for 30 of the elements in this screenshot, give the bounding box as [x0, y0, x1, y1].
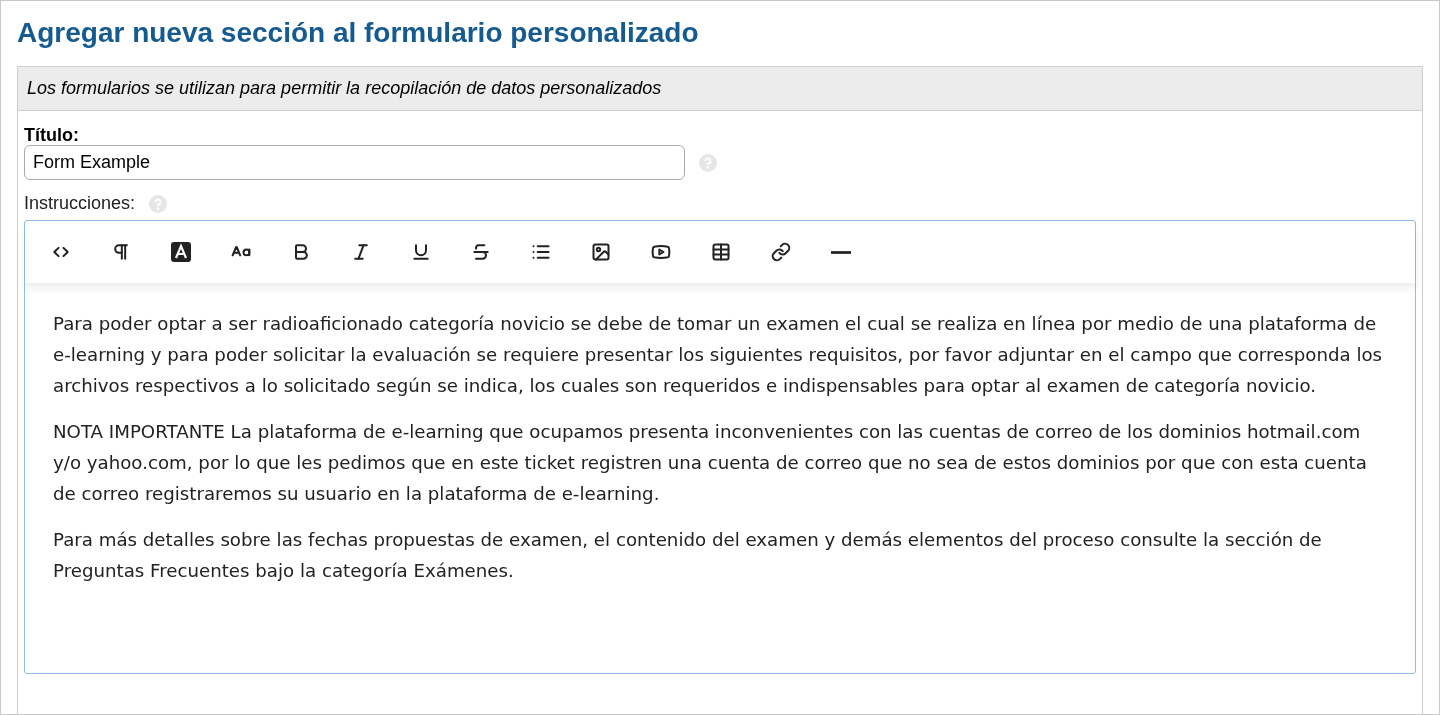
editor-paragraph: Para poder optar a ser radioaficionado categoría novicio se debe de tomar un examen el cual se realiza en línea por medio de una plataforma de e-learning y para poder solicitar la evaluación se requiere presentar los siguientes requisitos, por favor adjuntar en el campo que corresponda los archivos respectivos a lo solicitado según se indica, los cuales son requeridos e indispensables para optar al examen de categoría novicio. — [53, 312, 1384, 398]
strikethrough-icon — [471, 242, 491, 262]
underline-icon — [411, 242, 431, 262]
field-label: Instrucciones: — [24, 192, 136, 215]
description-bar: Los formularios se utilizan para permitir la recopilación de datos personalizados — [18, 67, 1422, 111]
editor-paragraph: Para más detalles sobre las fechas propuestas de examen, el contenido del examen y demás elementos del proceso consulte la sección de Preguntas Frecuentes bajo la categoría Exámenes. — [53, 528, 1323, 583]
table-icon — [711, 242, 731, 262]
editor-paragraph: NOTA IMPORTANTE La plataforma de e-learning que ocupamos presenta inconvenientes con las cuentas de correo de los dominios hotmail.com y/o yahoo.com, por lo que les pedimos que en este ticket registren una cuenta de correo que no sea de estos dominios por que con esta cuenta de correo registraremos su usuario en la plataforma de e-learning. — [53, 420, 1368, 506]
text-color-icon — [171, 242, 191, 262]
horizontal-rule-icon — [831, 250, 851, 254]
toolbar-button[interactable] — [591, 242, 611, 262]
toolbar-button[interactable] — [171, 242, 191, 262]
rich-text-editor[interactable] — [24, 220, 1416, 674]
video-icon — [651, 242, 671, 262]
toolbar-button[interactable] — [411, 242, 431, 262]
field-label: Título: — [24, 125, 80, 145]
pilcrow-icon — [111, 242, 131, 262]
toolbar-button[interactable] — [651, 242, 671, 262]
page-title: Agregar nueva sección al formulario personalizado — [17, 16, 700, 50]
title-input[interactable]: Form Example — [24, 145, 685, 180]
italic-icon — [351, 242, 371, 262]
toolbar-button[interactable] — [771, 242, 791, 262]
toolbar-button[interactable] — [471, 242, 491, 262]
toolbar-button[interactable] — [711, 242, 731, 262]
toolbar-button[interactable] — [111, 242, 131, 262]
link-icon — [771, 242, 791, 262]
toolbar-button[interactable] — [531, 242, 551, 262]
list-icon — [531, 242, 551, 262]
image-icon — [591, 242, 611, 262]
toolbar-button[interactable] — [351, 242, 371, 262]
